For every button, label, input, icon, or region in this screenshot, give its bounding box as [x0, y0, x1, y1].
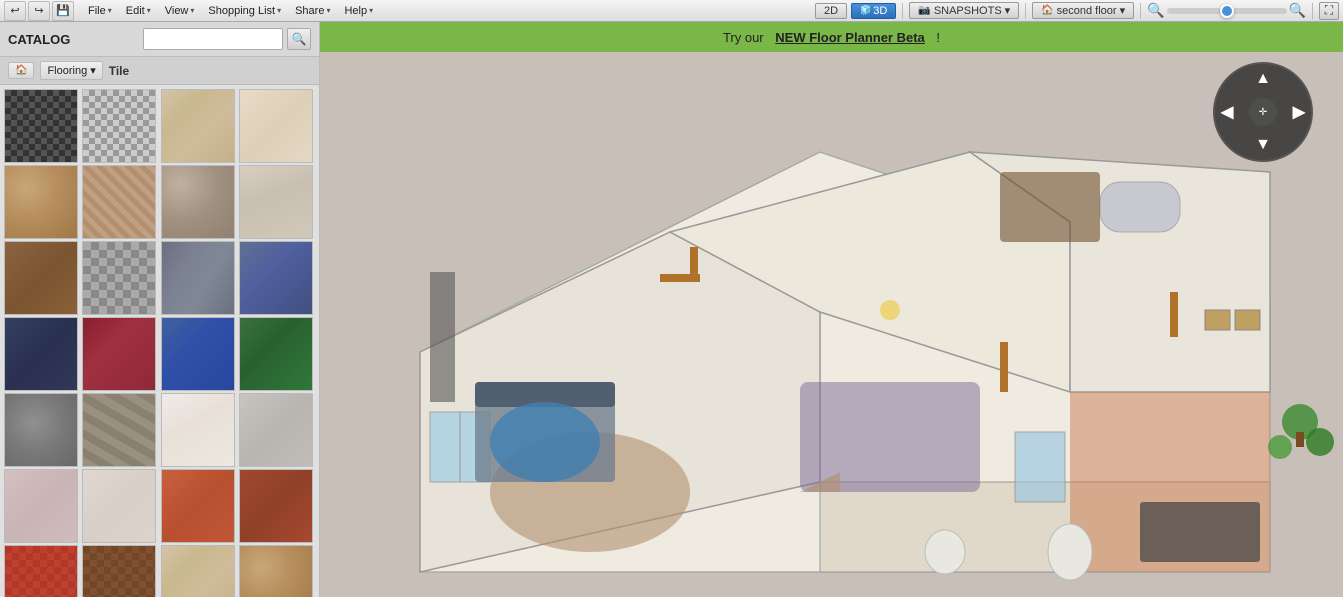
tile-item-9[interactable]	[4, 241, 78, 315]
search-area: 🔍	[143, 28, 311, 50]
nav-control: ▲ ◀ ✛ ▶ ▼	[1213, 62, 1313, 162]
search-input[interactable]	[143, 28, 283, 50]
sidebar: CATALOG 🔍 🏠 Flooring ▾ Tile	[0, 22, 320, 597]
view-arrow-icon: ▾	[190, 6, 194, 15]
separator-3	[1140, 3, 1141, 19]
menu-bar: ↩ ↪ 💾 File ▾ Edit ▾ View ▾ Shopping List…	[0, 0, 1343, 22]
tile-item-10[interactable]	[82, 241, 156, 315]
tile-item-26[interactable]	[82, 545, 156, 597]
promo-link[interactable]: NEW Floor Planner Beta	[775, 30, 925, 45]
catalog-header: CATALOG 🔍	[0, 22, 319, 57]
home-icon: 🏠	[15, 65, 27, 76]
separator-4	[1312, 3, 1313, 19]
tile-item-19[interactable]	[161, 393, 235, 467]
navigation-circle: ▲ ◀ ✛ ▶ ▼	[1213, 62, 1313, 162]
tile-item-3[interactable]	[161, 89, 235, 163]
zoom-in-icon[interactable]: 🔍	[1289, 2, 1306, 19]
tile-item-25[interactable]	[4, 545, 78, 597]
catalog-title: CATALOG	[8, 32, 70, 47]
tile-item-21[interactable]	[4, 469, 78, 543]
zoom-thumb	[1220, 4, 1234, 18]
tile-item-6[interactable]	[82, 165, 156, 239]
promo-bar: Try our NEW Floor Planner Beta !	[320, 22, 1343, 52]
help-arrow-icon: ▾	[369, 6, 373, 15]
zoom-control: 🔍 🔍	[1147, 2, 1306, 19]
tile-item-27[interactable]	[161, 545, 235, 597]
share-arrow-icon: ▾	[326, 6, 330, 15]
edit-arrow-icon: ▾	[147, 6, 151, 15]
category-home-button[interactable]: 🏠	[8, 62, 34, 79]
save-button[interactable]: 💾	[52, 1, 74, 21]
tile-item-15[interactable]	[161, 317, 235, 391]
tile-item-5[interactable]	[4, 165, 78, 239]
undo-button[interactable]: ↩	[4, 1, 26, 21]
tile-item-18[interactable]	[82, 393, 156, 467]
category-flooring-button[interactable]: Flooring ▾	[40, 61, 102, 80]
tile-item-14[interactable]	[82, 317, 156, 391]
tile-item-28[interactable]	[239, 545, 313, 597]
tile-item-22[interactable]	[82, 469, 156, 543]
floor-selector[interactable]: 🏠 second floor ▾	[1032, 2, 1134, 19]
zoom-slider[interactable]	[1167, 8, 1287, 14]
tile-item-16[interactable]	[239, 317, 313, 391]
tile-item-2[interactable]	[82, 89, 156, 163]
tile-item-8[interactable]	[239, 165, 313, 239]
fullscreen-button[interactable]: ⛶	[1319, 2, 1339, 20]
zoom-out-icon[interactable]: 🔍	[1147, 2, 1164, 19]
tile-item-4[interactable]	[239, 89, 313, 163]
search-button[interactable]: 🔍	[287, 28, 311, 50]
nav-left-button[interactable]: ◀	[1221, 102, 1233, 122]
btn-2d[interactable]: 2D	[815, 3, 847, 19]
menu-help[interactable]: Help ▾	[338, 3, 379, 19]
main-layout: CATALOG 🔍 🏠 Flooring ▾ Tile Try our NEW …	[0, 22, 1343, 597]
nav-down-button[interactable]: ▼	[1255, 136, 1271, 154]
tile-item-12[interactable]	[239, 241, 313, 315]
tile-item-20[interactable]	[239, 393, 313, 467]
floor-view[interactable]: ▲ ◀ ✛ ▶ ▼	[320, 52, 1343, 597]
tile-item-7[interactable]	[161, 165, 235, 239]
menu-view[interactable]: View ▾	[159, 3, 201, 19]
separator-2	[1025, 3, 1026, 19]
file-arrow-icon: ▾	[108, 6, 112, 15]
toolbar-icons: ↩ ↪ 💾	[4, 1, 74, 21]
redo-button[interactable]: ↪	[28, 1, 50, 21]
menu-file[interactable]: File ▾	[82, 3, 118, 19]
menu-share[interactable]: Share ▾	[289, 3, 336, 19]
floor-plan-svg	[320, 52, 1343, 597]
tile-item-13[interactable]	[4, 317, 78, 391]
menu-shopping[interactable]: Shopping List ▾	[202, 3, 287, 19]
nav-center[interactable]: ✛	[1249, 98, 1277, 126]
tile-grid	[0, 85, 319, 597]
shopping-arrow-icon: ▾	[277, 6, 281, 15]
separator-1	[902, 3, 903, 19]
tile-item-1[interactable]	[4, 89, 78, 163]
btn-3d[interactable]: 🧊 3D	[851, 3, 896, 19]
menu-edit[interactable]: Edit ▾	[120, 3, 157, 19]
canvas-area: Try our NEW Floor Planner Beta ! ▲ ◀ ✛ ▶…	[320, 22, 1343, 597]
snapshots-button[interactable]: 📷 SNAPSHOTS ▾	[909, 2, 1019, 19]
nav-up-button[interactable]: ▲	[1255, 70, 1271, 88]
tile-item-17[interactable]	[4, 393, 78, 467]
tile-item-24[interactable]	[239, 469, 313, 543]
category-bar: 🏠 Flooring ▾ Tile	[0, 57, 319, 85]
nav-right-button[interactable]: ▶	[1293, 102, 1305, 122]
tile-item-11[interactable]	[161, 241, 235, 315]
tile-item-23[interactable]	[161, 469, 235, 543]
tile-category-label: Tile	[109, 64, 129, 78]
